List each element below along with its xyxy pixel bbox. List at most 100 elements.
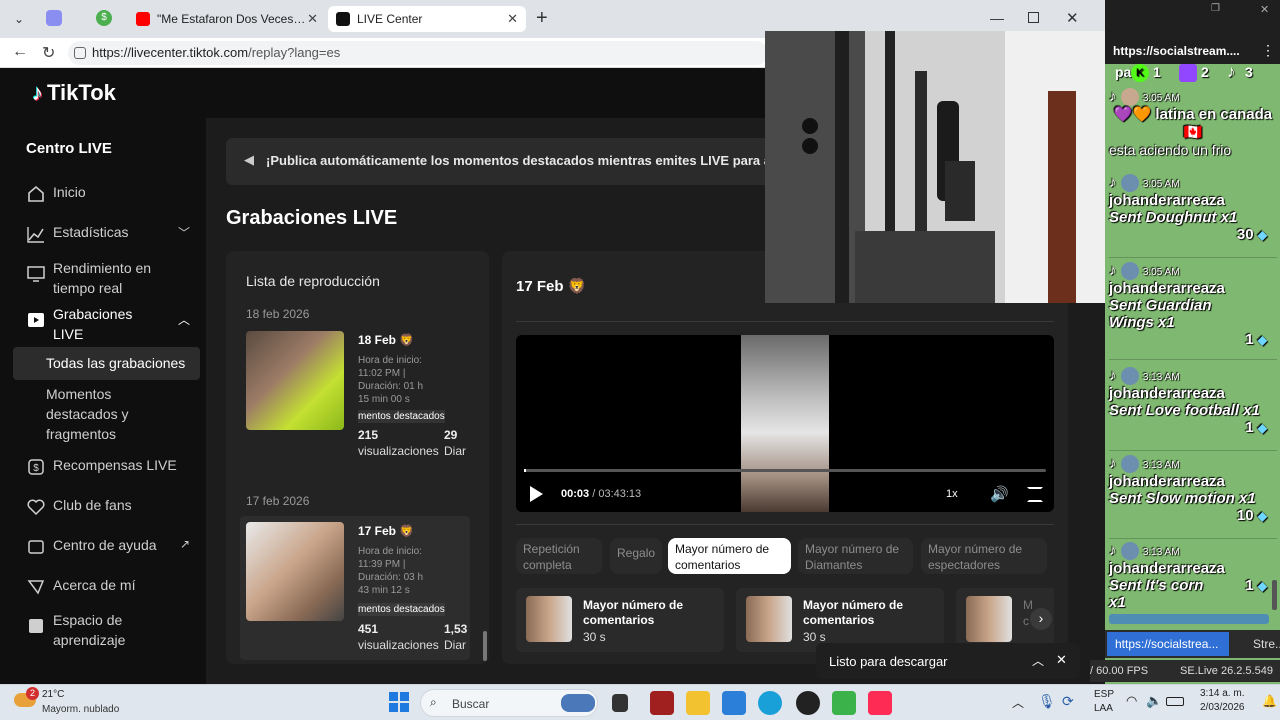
- youtube-icon: [136, 12, 150, 26]
- clock-time[interactable]: 3:14 a. m.: [1200, 688, 1244, 699]
- twitch-icon: [1179, 64, 1197, 82]
- app-icon-red[interactable]: [650, 691, 674, 715]
- chat-scrollbar[interactable]: [1272, 580, 1277, 610]
- time-display: 00:03 / 03:43:13: [561, 488, 642, 500]
- recording-item-selected[interactable]: 17 Feb 🦁 Hora de inicio: 11:39 PM | Dura…: [240, 516, 470, 660]
- next-arrow-button[interactable]: ›: [1030, 608, 1052, 630]
- views-label: visualizaciones: [358, 444, 439, 458]
- volume-icon[interactable]: 🔊: [990, 485, 1009, 503]
- close-window-button[interactable]: ✕: [1066, 9, 1079, 27]
- tab-list-button[interactable]: ⌄: [8, 8, 30, 30]
- chevron-up-icon[interactable]: ︿: [1032, 652, 1044, 669]
- sidebar-item-club[interactable]: Club de fans: [26, 497, 132, 517]
- url-field[interactable]: https://livecenter.tiktok.com/replay?lan…: [68, 41, 768, 65]
- sidebar-item-estadisticas[interactable]: Estadísticas ﹀: [26, 224, 190, 244]
- volume-icon[interactable]: 🔈: [1146, 693, 1162, 709]
- sidebar-item-inicio[interactable]: Inicio: [26, 184, 86, 204]
- chip-label: Regalo: [617, 546, 656, 560]
- playlist-scrollbar[interactable]: [483, 631, 487, 661]
- edge-icon[interactable]: [758, 691, 782, 715]
- recording-item[interactable]: 18 Feb 🦁 Hora de inicio: 11:02 PM | Dura…: [240, 323, 470, 459]
- taskbar-search[interactable]: ⌕ Buscar: [420, 689, 598, 717]
- maximize-button[interactable]: [1028, 12, 1039, 23]
- sidebar-item-momentos[interactable]: Momentos destacados y fragmentos: [46, 384, 146, 444]
- close-icon[interactable]: ✕: [307, 11, 318, 27]
- tab-label: "Me Estafaron Dos Veces y hoy Te: [157, 12, 307, 26]
- recording-title: 17 Feb 🦁: [358, 524, 415, 538]
- message-text: Sent Doughnut x1: [1109, 209, 1238, 227]
- sidebar-item-grabaciones[interactable]: Grabaciones LIVE ︿: [26, 304, 190, 344]
- speed-button[interactable]: 1x: [946, 488, 958, 500]
- pinned-tab-1[interactable]: [46, 10, 62, 26]
- progress-track[interactable]: [524, 469, 1046, 472]
- back-icon[interactable]: ←: [12, 43, 28, 61]
- notifications-icon[interactable]: 🔔: [1262, 694, 1277, 708]
- input-layout[interactable]: LAA: [1094, 703, 1113, 714]
- highlights-tag[interactable]: mentos destacados: [358, 410, 445, 423]
- wifi-icon[interactable]: ◠: [1126, 693, 1137, 709]
- store-icon[interactable]: [722, 691, 746, 715]
- sidebar-item-todas[interactable]: Todas las grabaciones: [13, 347, 200, 380]
- chip-regalo[interactable]: Regalo: [610, 538, 662, 574]
- sidebar-item-label: Todas las grabaciones: [46, 355, 186, 371]
- sidebar-item-espacio[interactable]: Espacio de aprendizaje: [26, 610, 186, 650]
- reload-icon[interactable]: ↻: [42, 43, 55, 63]
- chevron-up-icon: ︿: [177, 313, 190, 327]
- microphone-icon[interactable]: 🎙: [1038, 693, 1056, 710]
- file-explorer-icon[interactable]: [686, 691, 710, 715]
- chip-comentarios[interactable]: Mayor número de comentarios: [668, 538, 791, 574]
- sidebar-item-rendimiento[interactable]: Rendimiento en tiempo real: [26, 258, 186, 298]
- divider: [516, 321, 1054, 322]
- play-icon[interactable]: [530, 486, 543, 502]
- highlight-card[interactable]: Mayor número de comentarios 30 s: [516, 588, 724, 652]
- tab-youtube[interactable]: "Me Estafaron Dos Veces y hoy Te ✕: [128, 6, 326, 32]
- chip-espectadores[interactable]: Mayor número de espectadores: [921, 538, 1047, 574]
- sidebar-item-acerca[interactable]: Acerca de mí: [26, 577, 135, 597]
- chip-diamantes[interactable]: Mayor número de Diamantes: [798, 538, 913, 574]
- chip-repeticion[interactable]: Repetición completa: [516, 538, 602, 574]
- windows-start-icon[interactable]: [389, 692, 409, 712]
- clock-date[interactable]: 2/03/2026: [1200, 702, 1245, 713]
- close-icon[interactable]: ✕: [1056, 652, 1067, 668]
- chevron-up-icon[interactable]: ︿: [1012, 694, 1024, 711]
- chip-label: Mayor número de espectadores: [928, 542, 1023, 572]
- close-icon[interactable]: ✕: [1260, 3, 1269, 16]
- tiktok-logo[interactable]: ♪ TikTok: [32, 80, 116, 106]
- obs-icon[interactable]: [796, 691, 820, 715]
- close-icon[interactable]: ✕: [507, 11, 518, 27]
- chip-label: Mayor número de comentarios: [675, 542, 770, 572]
- update-icon[interactable]: ⟳: [1062, 693, 1074, 710]
- battery-icon[interactable]: [1166, 697, 1184, 706]
- message-time: 3:05 AM: [1142, 267, 1180, 278]
- chip-label: Repetición completa: [523, 542, 580, 572]
- video-player[interactable]: 00:03 / 03:43:13 1x 🔊: [516, 335, 1054, 512]
- tiktok-icon: ♪: [1109, 88, 1117, 105]
- app-icon-green[interactable]: [832, 691, 856, 715]
- task-view-icon[interactable]: [612, 694, 628, 712]
- more-icon[interactable]: ⋮: [1261, 42, 1275, 59]
- sidebar-item-ayuda[interactable]: Centro de ayuda ↗: [26, 537, 190, 557]
- url-path: /replay?lang=es: [248, 45, 341, 60]
- tiktok-note-icon: ♪: [32, 80, 43, 105]
- message-text: Sent Slow motion x1: [1109, 490, 1256, 508]
- message-time: 3:05 AM: [1142, 93, 1180, 104]
- tab-live-center[interactable]: LIVE Center ✕: [328, 6, 526, 32]
- weather-widget[interactable]: 2 21°C Mayorm. nublado: [14, 687, 154, 718]
- site-info-icon[interactable]: [74, 47, 86, 59]
- filter-chips: Repetición completa Regalo Mayor número …: [516, 538, 1054, 576]
- auto-post-banner[interactable]: ◀ ¡Publica automáticamente los momentos …: [226, 138, 786, 185]
- minimize-button[interactable]: —: [990, 10, 1004, 26]
- restore-icon[interactable]: ❐: [1211, 3, 1220, 14]
- diamonds-count: 29: [444, 428, 458, 442]
- fullscreen-icon[interactable]: [1027, 487, 1043, 502]
- chat-tab[interactable]: Stre...: [1235, 632, 1280, 656]
- new-tab-button[interactable]: +: [536, 8, 548, 28]
- sidebar-item-recompensas[interactable]: $ Recompensas LIVE: [26, 457, 177, 477]
- chat-tab-active[interactable]: https://socialstrea...: [1107, 632, 1229, 656]
- highlight-thumbnail: [746, 596, 792, 642]
- input-language[interactable]: ESP: [1094, 689, 1114, 700]
- pinned-tab-2[interactable]: $: [96, 10, 112, 26]
- tiktok-live-icon[interactable]: [868, 691, 892, 715]
- download-toast[interactable]: Listo para descargar ︿ ✕: [816, 643, 1080, 679]
- highlights-tag[interactable]: mentos destacados: [358, 603, 445, 616]
